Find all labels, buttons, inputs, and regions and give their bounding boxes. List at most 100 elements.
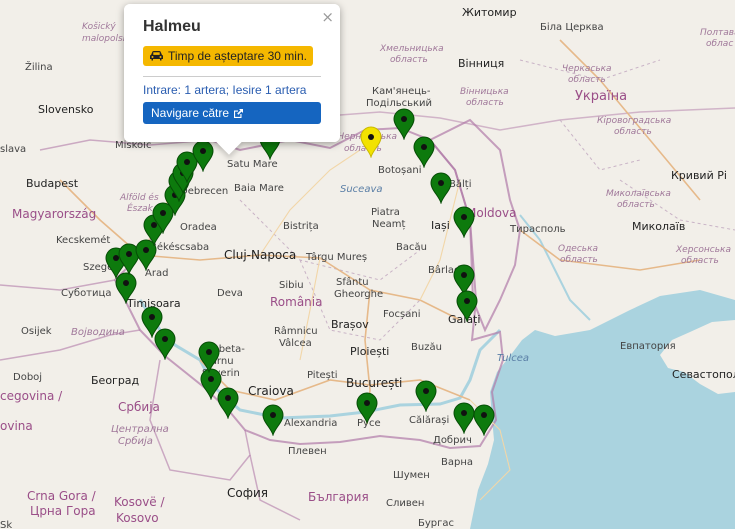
label-kirovohradska-2: область bbox=[614, 127, 652, 137]
label-bucuresti: București bbox=[346, 376, 403, 390]
popup-title: Halmeu bbox=[143, 18, 201, 35]
label-vojvodina: Војводина bbox=[71, 327, 125, 338]
label-odeska-1: Одеська bbox=[558, 244, 599, 254]
label-iasi: Iași bbox=[431, 219, 450, 232]
label-zilina: Žilina bbox=[25, 62, 53, 73]
label-sfantu-2: Gheorghe bbox=[334, 289, 384, 300]
popup-divider bbox=[143, 76, 321, 77]
label-vinnytska-2: область bbox=[466, 98, 504, 108]
label-piatra-1: Piatra bbox=[371, 207, 400, 218]
label-alfold-2: Észak bbox=[127, 204, 153, 214]
label-osijek: Osijek bbox=[21, 326, 52, 337]
label-dobrich: Добрич bbox=[433, 435, 472, 446]
label-odeska-2: область bbox=[560, 255, 598, 265]
wait-time-text: Timp de așteptare 30 min. bbox=[168, 49, 307, 63]
label-buzau: Buzău bbox=[411, 342, 442, 353]
label-mykolaivska-1: Миколаївська bbox=[606, 189, 671, 199]
marker-stanca[interactable] bbox=[430, 172, 452, 204]
label-khmelnytska-2: область bbox=[390, 55, 428, 65]
marker-galati-1[interactable] bbox=[456, 290, 478, 322]
label-focsani: Focșani bbox=[383, 309, 421, 320]
label-poltava: Полтава bbox=[700, 28, 735, 38]
wait-time-badge: Timp de așteptare 30 min. bbox=[143, 46, 313, 66]
marker-dorohoi[interactable] bbox=[413, 136, 435, 168]
popup-close-button[interactable]: × bbox=[321, 8, 334, 26]
label-targu-mures: Târgu Mureș bbox=[306, 252, 368, 263]
map-pin-icon bbox=[456, 290, 478, 322]
map-pin-icon bbox=[360, 126, 382, 158]
label-ukraine: Україна bbox=[575, 89, 628, 104]
danube-river bbox=[138, 299, 502, 420]
label-khersonska-2: область bbox=[681, 256, 719, 266]
marker-vama-veche[interactable] bbox=[473, 404, 495, 436]
map-pin-icon bbox=[356, 392, 378, 424]
label-centralna-2: Србија bbox=[118, 436, 153, 447]
label-sfantu-1: Sfântu bbox=[336, 277, 369, 288]
label-ploiesti: Ploiești bbox=[350, 345, 390, 358]
label-sliven: Сливен bbox=[386, 498, 425, 509]
label-slava: slava bbox=[0, 144, 27, 155]
lane-info: Intrare: 1 artera; Iesire 1 artera bbox=[143, 83, 307, 97]
map-pin-icon bbox=[453, 206, 475, 238]
marker-negru-voda[interactable] bbox=[453, 402, 475, 434]
label-sofia: София bbox=[227, 486, 268, 500]
map-pin-icon bbox=[198, 341, 220, 373]
label-varna: Варна bbox=[441, 457, 474, 468]
marker-zimnicea[interactable] bbox=[262, 404, 284, 436]
navigate-button[interactable]: Navigare către bbox=[143, 102, 321, 124]
label-tiraspol: Тирасполь bbox=[510, 224, 566, 235]
label-poltava-2: облас bbox=[706, 39, 734, 49]
label-alexandria: Alexandria bbox=[284, 418, 338, 429]
marker-siret[interactable] bbox=[393, 108, 415, 140]
label-baia-mare: Baia Mare bbox=[234, 183, 284, 194]
label-crna-gora-1: Crna Gora / bbox=[27, 489, 96, 503]
label-pleven: Плевен bbox=[288, 446, 327, 457]
label-cherkaska-1: Черкаська bbox=[562, 64, 612, 74]
marker-moftin[interactable] bbox=[192, 140, 214, 172]
label-pitesti: Pitești bbox=[307, 370, 338, 381]
label-cluj: Cluj-Napoca bbox=[224, 248, 297, 262]
label-bih-2: ovina bbox=[0, 419, 33, 433]
label-bacau: Bacău bbox=[396, 242, 427, 253]
black-sea bbox=[470, 290, 735, 529]
marker-sculeni[interactable] bbox=[453, 206, 475, 238]
navigate-button-label: Navigare către bbox=[151, 106, 230, 120]
map-pin-icon bbox=[413, 136, 435, 168]
label-khmelnytska-1: Хмельницька bbox=[380, 44, 444, 54]
label-evpatoria: Евпатория bbox=[620, 341, 676, 352]
border-crossing-popup: × Halmeu Timp de așteptare 30 min. Intra… bbox=[124, 4, 340, 155]
label-mykolaiv: Миколаїв bbox=[632, 220, 686, 233]
label-suceava: Suceava bbox=[340, 184, 383, 195]
label-bulgaria: България bbox=[308, 490, 369, 504]
label-satu-mare: Satu Mare bbox=[227, 159, 278, 170]
label-kecskemet: Kecskemét bbox=[56, 235, 111, 246]
map-pin-icon bbox=[430, 172, 452, 204]
label-ramnicu-1: Râmnicu bbox=[274, 326, 318, 337]
label-sibiu: Sibiu bbox=[279, 280, 304, 291]
label-tulcea: Tulcea bbox=[497, 353, 529, 364]
label-bistrita: Bistrița bbox=[283, 221, 319, 232]
label-zhytomyr: Житомир bbox=[462, 6, 517, 19]
label-oradea: Oradea bbox=[180, 222, 217, 233]
label-crna-gora-2: Црна Гора bbox=[30, 504, 96, 518]
marker-portile-de-fier[interactable] bbox=[198, 341, 220, 373]
marker-giurgiu[interactable] bbox=[356, 392, 378, 424]
label-khersonska-1: Херсонська bbox=[676, 245, 731, 255]
car-icon bbox=[150, 51, 163, 61]
label-vinnytska-1: Вінницька bbox=[460, 87, 509, 97]
marker-moravita[interactable] bbox=[141, 306, 163, 338]
label-deva: Deva bbox=[217, 288, 243, 299]
label-kamianets-1: Кам'янець- bbox=[372, 86, 431, 97]
label-bih-1: cegovina / bbox=[0, 389, 63, 403]
label-kryvyi-rih: Кривий Рі bbox=[671, 169, 727, 182]
map-canvas[interactable]: Житомир Біла Церква Полтава облас Хмельн… bbox=[0, 0, 735, 529]
label-sevastopol: Севастополь bbox=[672, 368, 735, 381]
popup-content: × Halmeu Timp de așteptare 30 min. Intra… bbox=[124, 4, 340, 142]
label-balti: Bălți bbox=[449, 179, 472, 190]
map-pin-icon bbox=[415, 380, 437, 412]
external-link-icon bbox=[234, 108, 244, 118]
label-shumen: Шумен bbox=[393, 470, 430, 481]
marker-halmeu[interactable] bbox=[360, 126, 382, 158]
marker-calarasi[interactable] bbox=[415, 380, 437, 412]
label-beograd: Београд bbox=[91, 374, 140, 387]
